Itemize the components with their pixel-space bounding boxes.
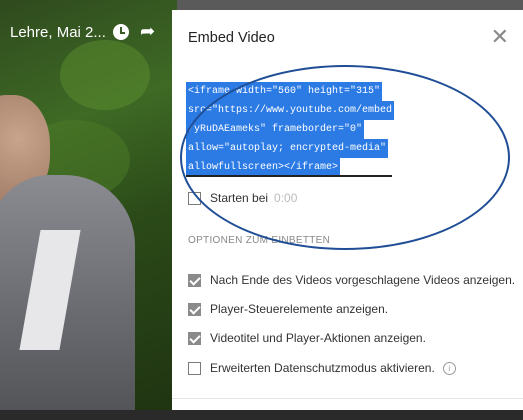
- dialog-title: Embed Video: [188, 30, 275, 46]
- option-checkbox[interactable]: [188, 302, 201, 316]
- close-icon[interactable]: ✕: [491, 26, 509, 48]
- option-checkbox[interactable]: [188, 273, 201, 287]
- info-icon[interactable]: i: [442, 361, 456, 375]
- option-row[interactable]: Erweiterten Datenschutzmodus aktivieren.…: [188, 361, 456, 375]
- option-label: Videotitel und Player-Aktionen anzeigen.: [210, 331, 426, 345]
- foliage-blotch: [60, 40, 150, 110]
- clock-icon[interactable]: [113, 24, 129, 40]
- share-icon[interactable]: ➦: [140, 22, 155, 40]
- annotation-ellipse: [180, 65, 510, 250]
- option-row[interactable]: Player-Steuerelemente anzeigen.: [188, 302, 388, 316]
- option-checkbox[interactable]: [188, 331, 201, 345]
- dialog-divider: [172, 398, 523, 399]
- option-label: Erweiterten Datenschutzmodus aktivieren.: [210, 361, 435, 375]
- option-row[interactable]: Videotitel und Player-Aktionen anzeigen.: [188, 331, 426, 345]
- bottom-bar: [0, 410, 523, 420]
- option-checkbox[interactable]: [188, 361, 201, 375]
- option-label: Nach Ende des Videos vorgeschlagene Vide…: [210, 273, 516, 287]
- option-label: Player-Steuerelemente anzeigen.: [210, 302, 389, 316]
- video-title[interactable]: Lehre, Mai 2...: [10, 24, 106, 41]
- option-row[interactable]: Nach Ende des Videos vorgeschlagene Vide…: [188, 273, 515, 287]
- video-player[interactable]: Lehre, Mai 2... ➦: [0, 0, 177, 420]
